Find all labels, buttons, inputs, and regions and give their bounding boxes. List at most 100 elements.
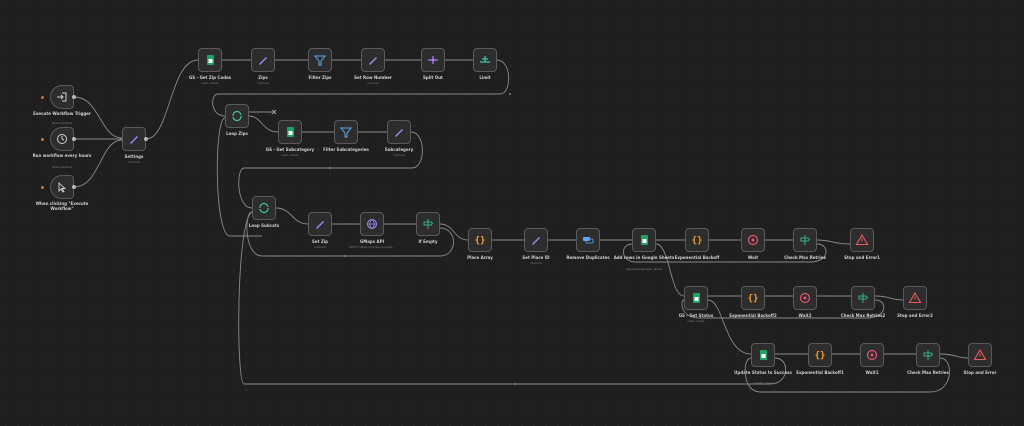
filter-subcategories-node[interactable] bbox=[334, 120, 358, 144]
node-label: Loop Subcats bbox=[248, 223, 280, 228]
pencil-icon bbox=[395, 129, 403, 137]
run-every-hours-node[interactable] bbox=[50, 127, 74, 151]
wait-icon bbox=[747, 234, 759, 246]
warning-icon bbox=[855, 234, 869, 246]
filter-icon bbox=[340, 127, 352, 138]
wait2-node[interactable] bbox=[793, 286, 817, 310]
if-icon bbox=[423, 218, 433, 230]
wait-icon bbox=[866, 349, 878, 361]
set-place-id-node[interactable] bbox=[524, 228, 548, 252]
output-handle[interactable] bbox=[144, 137, 148, 141]
sheets-icon bbox=[641, 235, 648, 245]
node-label: Stop and Error1 bbox=[844, 255, 880, 260]
output-handle[interactable] bbox=[72, 185, 76, 189]
trigger-indicator bbox=[40, 137, 44, 141]
subcategory-node[interactable] bbox=[387, 120, 411, 144]
pencil-icon bbox=[316, 221, 324, 229]
node-label: When clicking "Execute Workflow" bbox=[35, 201, 89, 211]
code-icon bbox=[747, 294, 759, 304]
node-subtitle: read: sheet bbox=[687, 319, 705, 323]
node-subtitle: update: sheet bbox=[752, 381, 774, 385]
pencil-icon bbox=[130, 136, 138, 144]
pencil-icon bbox=[259, 57, 267, 65]
code-icon bbox=[691, 236, 703, 246]
exponential-backoff1-node[interactable] bbox=[808, 343, 832, 367]
split-out-node[interactable] bbox=[421, 48, 445, 72]
output-handle[interactable] bbox=[72, 95, 76, 99]
if-icon bbox=[923, 349, 933, 361]
sheets-icon bbox=[760, 350, 767, 360]
set-zip-node[interactable] bbox=[308, 212, 332, 236]
sign-in-icon bbox=[56, 92, 67, 102]
node-subtitle: manual bbox=[367, 81, 379, 85]
wait1-node[interactable] bbox=[860, 343, 884, 367]
trigger-indicator bbox=[40, 185, 44, 189]
node-label: Stop and Error2 bbox=[897, 313, 933, 318]
node-subtitle: manual bbox=[393, 153, 405, 157]
loop-subcats-node[interactable] bbox=[252, 196, 276, 220]
update-status-success-node[interactable] bbox=[751, 343, 775, 367]
limit-node[interactable] bbox=[473, 48, 497, 72]
node-subtitle: POST: https://places.googlea... bbox=[349, 245, 395, 249]
node-subtitle: manual bbox=[257, 81, 269, 85]
stop-and-error1-node[interactable] bbox=[850, 228, 874, 252]
node-label: If Empty bbox=[418, 239, 438, 244]
remove-duplicates-node[interactable] bbox=[576, 228, 600, 252]
add-rows-sheets-node[interactable] bbox=[632, 228, 656, 252]
dedupe-icon bbox=[582, 236, 594, 244]
if-icon bbox=[858, 292, 868, 304]
place-array-node[interactable] bbox=[468, 228, 492, 252]
warning-icon bbox=[973, 349, 987, 361]
loop-icon bbox=[232, 110, 242, 122]
stop-and-error2-node[interactable] bbox=[903, 286, 927, 310]
node-subtitle: read: sheet bbox=[281, 153, 299, 157]
stop-and-error-node[interactable] bbox=[968, 343, 992, 367]
gs-get-status-node[interactable] bbox=[684, 286, 708, 310]
set-row-number-node[interactable] bbox=[361, 48, 385, 72]
filter-icon bbox=[314, 55, 326, 66]
cursor-icon bbox=[58, 182, 66, 193]
code-icon bbox=[474, 236, 486, 246]
sheets-icon bbox=[207, 55, 214, 65]
node-label: Execute Workflow Trigger bbox=[33, 111, 91, 116]
node-subtitle: appendOrUpdate: sheet bbox=[625, 267, 663, 271]
loop-zips-node[interactable] bbox=[225, 104, 249, 128]
if-icon bbox=[800, 234, 810, 246]
clock-icon bbox=[57, 134, 67, 144]
node-label: Subcategory bbox=[384, 147, 414, 152]
trigger-indicator bbox=[40, 95, 44, 99]
gmaps-api-node[interactable] bbox=[360, 212, 384, 236]
zips-node[interactable] bbox=[251, 48, 275, 72]
globe-icon bbox=[367, 219, 377, 229]
loop-icon bbox=[259, 202, 269, 214]
pencil-icon bbox=[369, 57, 377, 65]
node-subtitle: manual bbox=[128, 160, 140, 164]
sheets-icon bbox=[287, 127, 294, 137]
if-empty-node[interactable] bbox=[416, 212, 440, 236]
exponential-backoff-node[interactable] bbox=[685, 228, 709, 252]
pencil-icon bbox=[532, 237, 540, 245]
check-max-retries2-node[interactable] bbox=[851, 286, 875, 310]
code-icon bbox=[814, 351, 826, 361]
node-label: Run workflow every hours bbox=[32, 153, 92, 158]
check-max-retries-node[interactable] bbox=[793, 228, 817, 252]
split-icon bbox=[427, 55, 439, 65]
node-subtitle: manual bbox=[530, 261, 542, 265]
node-subtitle: (Deactivated) bbox=[51, 121, 73, 125]
node-label: Settings bbox=[124, 154, 144, 159]
limit-icon bbox=[479, 55, 491, 63]
exponential-backoff2-node[interactable] bbox=[741, 286, 765, 310]
gs-get-subcategory-node[interactable] bbox=[278, 120, 302, 144]
gs-get-zip-codes-node[interactable] bbox=[198, 48, 222, 72]
warning-icon bbox=[908, 292, 922, 304]
node-label: Stop and Error bbox=[963, 370, 997, 375]
filter-zips-node[interactable] bbox=[308, 48, 332, 72]
wait-node[interactable] bbox=[741, 228, 765, 252]
check-max-retries1-node[interactable] bbox=[916, 343, 940, 367]
node-label: Limit bbox=[479, 75, 491, 80]
node-subtitle: (Deactivated) bbox=[51, 165, 73, 169]
when-clicking-execute-node[interactable] bbox=[50, 175, 74, 199]
settings-node[interactable] bbox=[122, 127, 146, 151]
output-handle[interactable] bbox=[72, 137, 76, 141]
execute-workflow-trigger-node[interactable] bbox=[50, 85, 74, 109]
